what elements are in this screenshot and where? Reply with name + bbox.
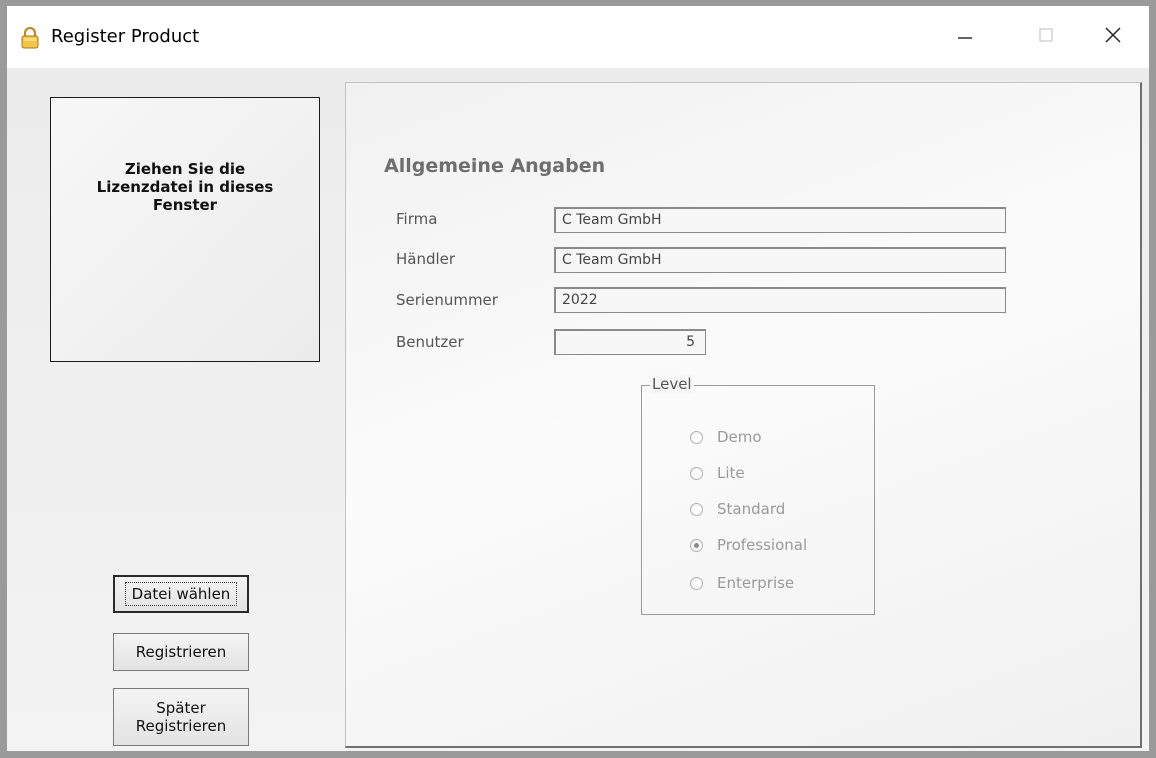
register-later-button[interactable]: Später Registrieren <box>113 688 249 746</box>
level-option-label: Standard <box>717 500 786 518</box>
close-button[interactable] <box>1090 14 1136 60</box>
level-option-label: Enterprise <box>717 574 795 592</box>
users-field[interactable]: 5 <box>554 329 706 355</box>
level-option-label: Lite <box>717 464 745 482</box>
users-label: Benutzer <box>396 333 464 351</box>
register-later-label-line2: Registrieren <box>135 717 227 735</box>
company-label: Firma <box>396 210 438 228</box>
register-label: Registrieren <box>135 643 227 661</box>
register-product-window: Register Product Ziehen Sie die Lizenzda… <box>0 0 1156 758</box>
register-later-label-line1: Später <box>156 699 206 717</box>
radio-enterprise[interactable] <box>690 576 703 590</box>
serial-label: Serienummer <box>396 291 498 309</box>
select-file-label: Datei wählen <box>124 582 238 606</box>
radio-demo[interactable] <box>690 430 703 444</box>
level-groupbox: Level Demo Lite Standard Professional En… <box>641 375 875 615</box>
radio-professional[interactable] <box>690 538 703 552</box>
drop-zone-text: Ziehen Sie die Lizenzdatei in dieses Fen… <box>96 160 274 214</box>
maximize-button[interactable] <box>1023 14 1069 60</box>
minimize-button[interactable] <box>942 14 988 60</box>
level-option-professional[interactable]: Professional <box>690 536 807 554</box>
general-info-panel: Allgemeine Angaben Firma C Team GmbH Hän… <box>345 82 1142 748</box>
title-bar[interactable]: Register Product <box>7 6 1149 68</box>
select-file-button[interactable]: Datei wählen <box>113 575 249 613</box>
level-option-demo[interactable]: Demo <box>690 428 762 446</box>
license-drop-zone[interactable]: Ziehen Sie die Lizenzdatei in dieses Fen… <box>50 97 320 362</box>
company-field[interactable]: C Team GmbH <box>554 207 1006 233</box>
close-icon <box>1102 24 1124 50</box>
window-title: Register Product <box>51 26 200 47</box>
padlock-icon <box>20 26 40 49</box>
radio-lite[interactable] <box>690 466 703 480</box>
level-legend: Level <box>650 375 694 393</box>
register-button[interactable]: Registrieren <box>113 633 249 671</box>
level-option-label: Professional <box>717 536 808 554</box>
level-option-standard[interactable]: Standard <box>690 500 785 518</box>
dealer-label: Händler <box>396 250 456 268</box>
level-option-enterprise[interactable]: Enterprise <box>690 574 794 592</box>
minimize-icon <box>955 25 975 49</box>
client-area: Ziehen Sie die Lizenzdatei in dieses Fen… <box>7 68 1149 751</box>
radio-standard[interactable] <box>690 502 703 516</box>
level-option-label: Demo <box>717 428 762 446</box>
serial-field[interactable]: 2022 <box>554 287 1006 313</box>
dealer-field[interactable]: C Team GmbH <box>554 247 1006 273</box>
maximize-icon <box>1036 25 1056 49</box>
section-title: Allgemeine Angaben <box>384 155 606 177</box>
level-option-lite[interactable]: Lite <box>690 464 745 482</box>
